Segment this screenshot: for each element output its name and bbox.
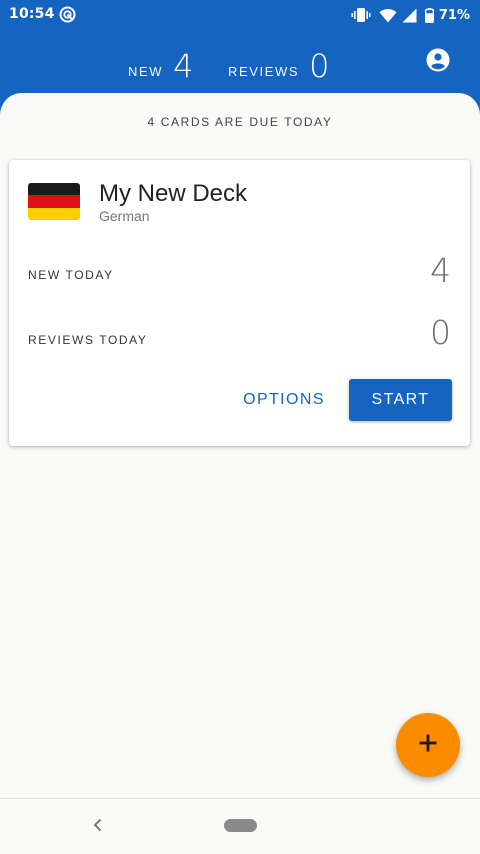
home-pill-icon[interactable]: [224, 819, 257, 832]
battery-percent: 71%: [438, 7, 470, 23]
vibrate-icon: [351, 7, 371, 23]
account-circle-icon[interactable]: [426, 48, 450, 72]
reviews-count-group: REVIEWS 0: [228, 44, 330, 88]
add-deck-button[interactable]: [396, 713, 460, 777]
status-time: 10:54: [9, 6, 55, 22]
back-chevron-icon[interactable]: [88, 815, 108, 835]
battery-icon: [424, 7, 434, 23]
deck-card[interactable]: My New Deck German NEW TODAY 4 REVIEWS T…: [9, 160, 470, 446]
reviews-label: REVIEWS: [228, 63, 300, 79]
status-icons: 71%: [351, 5, 470, 25]
new-today-label: NEW TODAY: [28, 268, 114, 282]
reviews-today-label: REVIEWS TODAY: [28, 333, 148, 347]
new-label: NEW: [128, 63, 164, 79]
flag-stripe-black: [28, 183, 80, 196]
reviews-count: 0: [309, 47, 330, 85]
cell-signal-icon: [402, 8, 417, 23]
main-sheet: 4 CARDS ARE DUE TODAY My New Deck German…: [0, 93, 480, 798]
wifi-icon: [379, 8, 397, 23]
sync-icon: [59, 6, 76, 23]
new-count: 4: [173, 47, 194, 85]
due-today-text: 4 CARDS ARE DUE TODAY: [147, 115, 333, 129]
new-count-group: NEW 4: [128, 44, 194, 88]
flag-stripe-red: [28, 195, 80, 208]
options-button[interactable]: OPTIONS: [238, 379, 330, 421]
deck-language: German: [99, 208, 150, 224]
reviews-today-value: 0: [430, 313, 451, 352]
plus-icon: [418, 733, 438, 757]
new-today-value: 4: [430, 251, 451, 290]
system-nav-bar: [0, 798, 480, 854]
deck-title: My New Deck: [99, 180, 248, 207]
start-button[interactable]: START: [349, 379, 452, 421]
status-bar: 10:54 71%: [0, 0, 480, 30]
header-counts: NEW 4 REVIEWS 0: [0, 44, 480, 88]
flag-stripe-gold: [28, 207, 80, 220]
german-flag-icon: [28, 183, 80, 220]
